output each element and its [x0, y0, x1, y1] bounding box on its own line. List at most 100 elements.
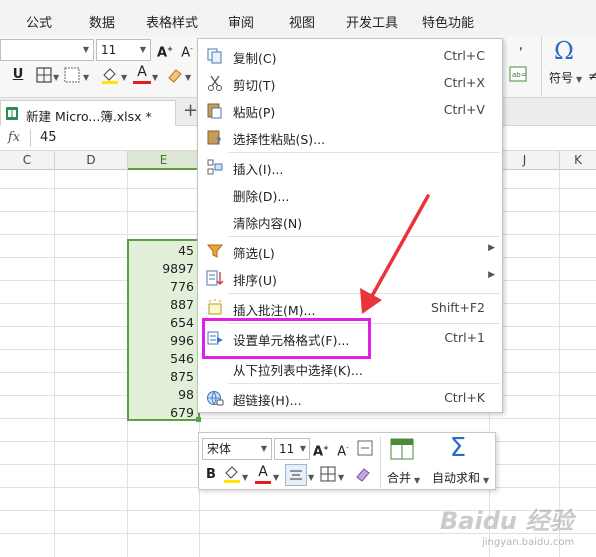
- paste-special-icon: ?: [207, 130, 221, 146]
- comma-style-icon[interactable]: ,: [516, 38, 526, 54]
- scissors-icon: [208, 75, 222, 91]
- selected-range[interactable]: 45 9897 776 887 654 996 546 875 98 679: [127, 239, 200, 421]
- menu-item-label: 从下拉列表中选择(K)...: [233, 363, 363, 378]
- baidu-watermark-url: jingyan.baidu.com: [482, 537, 575, 548]
- menu-item-shortcut: Ctrl+1: [444, 330, 485, 345]
- align-center-icon: [290, 470, 302, 480]
- font-name-dropdown[interactable]: ▼: [0, 39, 94, 61]
- tab-developer[interactable]: 开发工具: [346, 12, 398, 31]
- mini-border-icon[interactable]: [320, 466, 336, 482]
- menu-item-copy[interactable]: 复制(C) Ctrl+C: [198, 43, 502, 69]
- menu-item-sort[interactable]: 排序(U) ▶: [198, 265, 502, 291]
- menu-item-filter[interactable]: 筛选(L) ▶: [198, 238, 502, 264]
- column-header-e[interactable]: E: [128, 151, 200, 170]
- cell-e5[interactable]: 654: [170, 315, 194, 330]
- menu-item-clear-contents[interactable]: 清除内容(N): [198, 208, 502, 234]
- menu-item-shortcut: Ctrl+X: [443, 75, 485, 90]
- menu-item-shortcut: Ctrl+K: [444, 390, 485, 405]
- copy-icon: [207, 48, 222, 64]
- column-header-k[interactable]: K: [560, 151, 596, 170]
- mini-font-name-dropdown[interactable]: 宋体 ▼: [202, 438, 272, 460]
- tab-review[interactable]: 审阅: [228, 12, 254, 31]
- autosum-icon[interactable]: Σ: [447, 433, 469, 463]
- cell-e1[interactable]: 45: [178, 243, 194, 258]
- text-box-icon[interactable]: ab=: [509, 66, 527, 82]
- comment-icon: [208, 299, 222, 315]
- font-size-value: 11: [101, 43, 117, 57]
- fx-icon[interactable]: fx: [0, 128, 28, 148]
- tab-view[interactable]: 视图: [289, 12, 315, 31]
- cell-e8[interactable]: 875: [170, 369, 194, 384]
- menu-item-label: 删除(D)...: [233, 189, 290, 204]
- menu-item-label: 剪切(T): [233, 78, 276, 93]
- spreadsheet-file-icon: [6, 107, 18, 120]
- fill-color-icon[interactable]: [100, 65, 120, 85]
- menu-item-shortcut: Shift+F2: [430, 300, 485, 315]
- symbol-label[interactable]: 符号: [549, 69, 573, 86]
- menu-item-insert[interactable]: 插入(I)...: [198, 154, 502, 180]
- menu-item-hyperlink[interactable]: 超链接(H)... Ctrl+K: [198, 385, 502, 411]
- menu-item-shortcut: Ctrl+C: [443, 48, 485, 63]
- shrink-font-icon[interactable]: A-: [178, 41, 196, 61]
- mini-font-color-icon[interactable]: A: [255, 464, 271, 480]
- cell-e10[interactable]: 679: [170, 405, 194, 420]
- border-icon[interactable]: [36, 67, 52, 83]
- menu-item-label: 筛选(L): [233, 246, 275, 261]
- tab-formulas[interactable]: 公式: [26, 12, 52, 31]
- merge-grid-icon[interactable]: [64, 67, 80, 83]
- new-tab-button[interactable]: +: [183, 100, 198, 121]
- tab-table-style[interactable]: 表格样式: [146, 12, 198, 31]
- filter-icon: [206, 244, 224, 258]
- svg-text:?: ?: [216, 137, 221, 146]
- formula-input[interactable]: 45: [40, 130, 57, 145]
- menu-item-paste[interactable]: 粘贴(P) Ctrl+V: [198, 97, 502, 123]
- menu-item-cut[interactable]: 剪切(T) Ctrl+X: [198, 70, 502, 96]
- submenu-arrow-icon: ▶: [488, 270, 495, 280]
- mini-align-center-button[interactable]: [285, 464, 307, 486]
- grow-font-icon[interactable]: A+: [156, 41, 174, 61]
- tab-special-features[interactable]: 特色功能: [422, 12, 474, 31]
- cell-e6[interactable]: 996: [170, 333, 194, 348]
- font-color-icon[interactable]: A: [133, 64, 151, 80]
- menu-separator: [228, 383, 500, 384]
- column-header-c[interactable]: C: [0, 151, 55, 170]
- underline-icon[interactable]: U: [10, 67, 26, 83]
- symbol-icon[interactable]: Ω: [551, 38, 577, 64]
- tab-data[interactable]: 数据: [89, 12, 115, 31]
- cell-e3[interactable]: 776: [170, 279, 194, 294]
- menu-item-label: 插入(I)...: [233, 162, 284, 177]
- mini-bold-icon[interactable]: B: [205, 467, 217, 483]
- mini-fill-color-icon[interactable]: [223, 464, 241, 484]
- fill-handle[interactable]: [196, 417, 201, 422]
- merge-label[interactable]: 合并: [387, 469, 411, 486]
- file-tab[interactable]: 新建 Micro...簿.xlsx *: [0, 100, 176, 126]
- mini-shrink-font-icon[interactable]: A-: [335, 440, 351, 460]
- mini-font-size-dropdown[interactable]: 11 ▼: [274, 438, 310, 460]
- font-color-swatch: [133, 81, 151, 84]
- mini-grow-font-icon[interactable]: A+: [313, 440, 329, 460]
- clear-format-icon[interactable]: [166, 66, 184, 84]
- cell-e4[interactable]: 887: [170, 297, 194, 312]
- menu-item-label: 插入批注(M)...: [233, 303, 316, 318]
- column-header-d[interactable]: D: [55, 151, 128, 170]
- font-size-dropdown[interactable]: 11 ▼: [96, 39, 151, 61]
- ribbon-divider: [541, 36, 542, 96]
- menu-separator: [228, 152, 500, 153]
- baidu-watermark-logo: Baidu 经验: [440, 507, 574, 535]
- menu-item-shortcut: Ctrl+V: [443, 102, 485, 117]
- merge-cells-icon[interactable]: [390, 438, 414, 460]
- mini-font-name-value: 宋体: [207, 442, 232, 456]
- mini-toolbar: 宋体 ▼ 11 ▼ A+ A- B ▼ A ▼ ▼ ▼ 合并 ▼ Σ 自动求和 …: [198, 432, 496, 490]
- menu-item-label: 超链接(H)...: [233, 393, 302, 408]
- insert-icon: [207, 159, 223, 175]
- cell-e2[interactable]: 9897: [162, 261, 194, 276]
- cell-e7[interactable]: 546: [170, 351, 194, 366]
- menu-item-delete[interactable]: 删除(D)...: [198, 181, 502, 207]
- ribbon-tab-bar: 公式 数据 表格样式 审阅 视图 开发工具 特色功能: [0, 0, 596, 36]
- menu-item-paste-special[interactable]: ? 选择性粘贴(S)...: [198, 124, 502, 150]
- mini-clear-icon[interactable]: [354, 465, 372, 483]
- mini-format-painter-icon[interactable]: [356, 439, 374, 457]
- autosum-label[interactable]: 自动求和: [432, 469, 480, 486]
- cell-e9[interactable]: 98: [178, 387, 194, 402]
- sort-icon: [206, 270, 224, 286]
